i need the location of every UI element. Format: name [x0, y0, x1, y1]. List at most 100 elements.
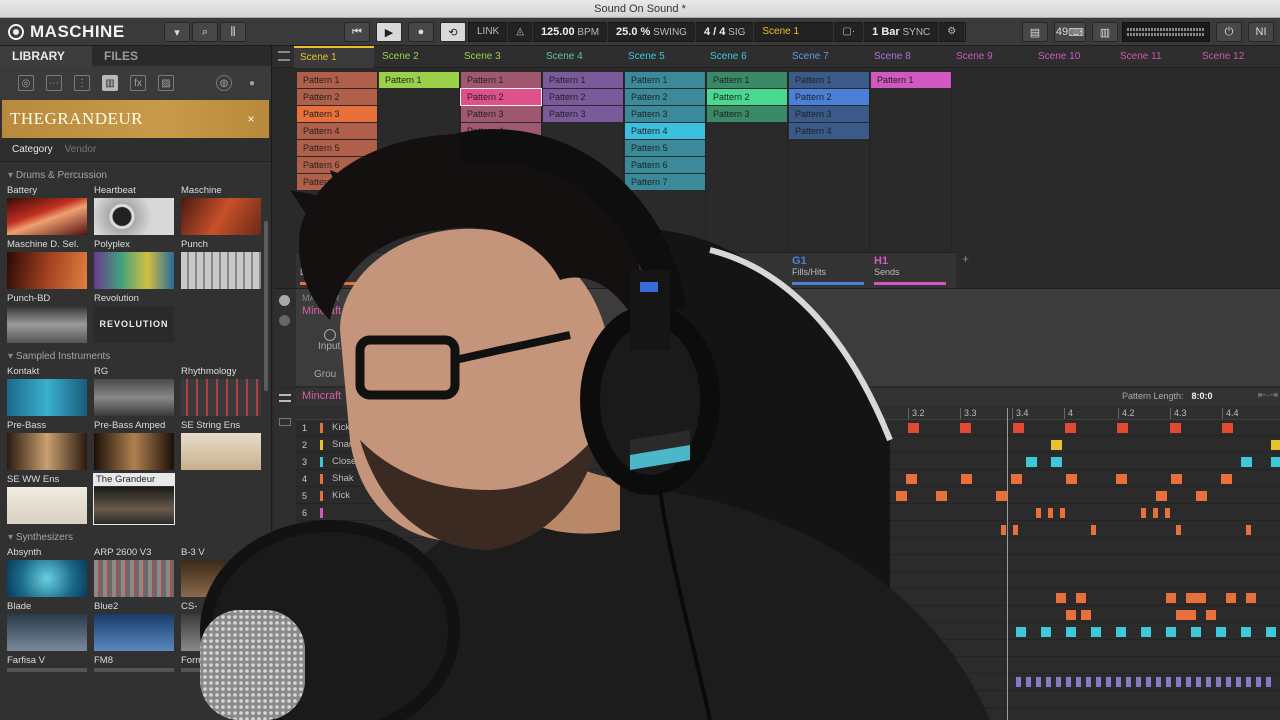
pattern-slot[interactable]: Pattern 2: [789, 89, 869, 105]
tab-scene-3[interactable]: Scene 3: [458, 46, 538, 68]
note-step[interactable]: [1246, 677, 1251, 687]
all-filter-icon[interactable]: ◎: [18, 75, 34, 91]
note-step[interactable]: [1146, 677, 1151, 687]
product-tile[interactable]: ARP 2600 V3: [94, 547, 174, 597]
note-step[interactable]: [1226, 677, 1231, 687]
note-step[interactable]: [1266, 677, 1271, 687]
note-step[interactable]: [1081, 610, 1091, 620]
effect-filter-icon[interactable]: fx: [130, 75, 146, 91]
note-step[interactable]: [1221, 474, 1232, 484]
note-step[interactable]: [1091, 627, 1101, 637]
ideas-view-icon[interactable]: [278, 51, 290, 61]
note-step[interactable]: [1241, 627, 1251, 637]
note-step[interactable]: [1216, 677, 1221, 687]
pattern-slot[interactable]: Pattern 2: [297, 89, 377, 105]
tab-scene-10[interactable]: Scene 10: [1032, 46, 1112, 68]
product-tile[interactable]: FM8: [94, 655, 174, 672]
note-step[interactable]: [1206, 677, 1211, 687]
tab-scene-4[interactable]: Scene 4: [540, 46, 620, 68]
note-step[interactable]: [1091, 525, 1096, 535]
pattern-slot[interactable]: Pattern 1: [625, 72, 705, 88]
tab-scene-6[interactable]: Scene 6: [704, 46, 784, 68]
vendor-tab[interactable]: Vendor: [65, 144, 97, 155]
note-step[interactable]: [1256, 677, 1261, 687]
note-step[interactable]: [1166, 677, 1171, 687]
tab-scene-8[interactable]: Scene 8: [868, 46, 948, 68]
pattern-slot[interactable]: Pattern 2: [460, 88, 542, 106]
note-step[interactable]: [1186, 610, 1196, 620]
signature-display[interactable]: 4 / 4 SIG: [696, 22, 755, 42]
group-filter-icon[interactable]: ⋮: [74, 75, 90, 91]
pattern-slot[interactable]: Pattern 2: [707, 89, 787, 105]
pattern-slot[interactable]: Pattern 2: [543, 89, 623, 105]
note-step[interactable]: [1141, 627, 1151, 637]
note-step[interactable]: [1156, 491, 1167, 501]
note-step[interactable]: [1226, 593, 1236, 603]
note-step[interactable]: [1246, 593, 1256, 603]
note-step[interactable]: [1196, 677, 1201, 687]
note-step[interactable]: [1236, 677, 1241, 687]
note-step[interactable]: [1096, 677, 1101, 687]
pattern-slot[interactable]: Pattern 1: [461, 72, 541, 88]
maschine-logo[interactable]: MASCHINE: [0, 18, 160, 46]
grid-display[interactable]: 1 Bar SYNC: [864, 22, 940, 42]
search-icon[interactable]: ⌕: [192, 22, 218, 42]
note-step[interactable]: [1216, 627, 1226, 637]
pattern-slot[interactable]: Pattern 1: [871, 72, 951, 88]
menu-chevron-icon[interactable]: ▾: [164, 22, 190, 42]
loop-filter-icon[interactable]: ▨: [158, 75, 174, 91]
tab-scene-2[interactable]: Scene 2: [376, 46, 456, 68]
note-step[interactable]: [1170, 423, 1181, 433]
link-button[interactable]: LINK: [469, 22, 509, 42]
pattern-slot[interactable]: Pattern 1: [297, 72, 377, 88]
product-tile[interactable]: Polyplex: [94, 239, 174, 289]
note-step[interactable]: [1271, 457, 1280, 467]
product-tile[interactable]: Revolution REVOLUTION: [94, 293, 174, 343]
ni-logo-icon[interactable]: NI: [1248, 22, 1274, 42]
note-step[interactable]: [1166, 593, 1176, 603]
note-step[interactable]: [1153, 508, 1158, 518]
note-step[interactable]: [1241, 457, 1252, 467]
note-step[interactable]: [1176, 610, 1186, 620]
swing-display[interactable]: 25.0 % SWING: [608, 22, 696, 42]
note-step[interactable]: [1222, 423, 1233, 433]
note-step[interactable]: [1166, 627, 1176, 637]
product-tile[interactable]: Blade: [7, 601, 87, 651]
record-button[interactable]: ●: [408, 22, 434, 42]
project-filter-icon[interactable]: ⋯: [46, 75, 62, 91]
pattern-slot[interactable]: Pattern 1: [379, 72, 459, 88]
tab-scene-12[interactable]: Scene 12: [1196, 46, 1276, 68]
category-tab[interactable]: Category: [12, 144, 53, 155]
note-step[interactable]: [1191, 627, 1201, 637]
product-tile[interactable]: Battery: [7, 185, 87, 235]
current-scene-display[interactable]: Scene 1: [754, 22, 835, 42]
product-tile[interactable]: Kontakt: [7, 366, 87, 416]
tab-scene-5[interactable]: Scene 5: [622, 46, 702, 68]
note-step[interactable]: [1116, 627, 1126, 637]
browser-toggle-icon[interactable]: ▤: [1022, 22, 1048, 42]
note-step[interactable]: [1136, 677, 1141, 687]
pattern-slot[interactable]: Pattern 2: [625, 89, 705, 105]
product-tile[interactable]: Pre-Bass Amped: [94, 420, 174, 470]
note-step[interactable]: [1171, 474, 1182, 484]
note-step[interactable]: [1086, 677, 1091, 687]
tab-scene-11[interactable]: Scene 11: [1114, 46, 1194, 68]
product-tile[interactable]: SE WW Ens: [7, 474, 87, 524]
power-icon[interactable]: ⏻: [1216, 22, 1242, 42]
note-step[interactable]: [1206, 610, 1216, 620]
settings-gear-icon[interactable]: ⚙: [939, 22, 966, 42]
product-tile[interactable]: Punch-BD: [7, 293, 87, 343]
note-step[interactable]: [1176, 525, 1181, 535]
tab-scene-1[interactable]: Scene 1: [294, 46, 374, 68]
tab-library[interactable]: LIBRARY: [0, 46, 92, 66]
plugin-icon[interactable]: ▥: [1092, 22, 1118, 42]
tab-files[interactable]: FILES: [92, 46, 150, 66]
product-tile[interactable]: RG: [94, 366, 174, 416]
note-step[interactable]: [1176, 677, 1181, 687]
note-step[interactable]: [1076, 593, 1086, 603]
mixer-icon[interactable]: ⫼: [220, 22, 246, 42]
note-step[interactable]: [1186, 677, 1191, 687]
note-step[interactable]: [1126, 677, 1131, 687]
note-step[interactable]: [1196, 491, 1207, 501]
note-step[interactable]: [1076, 677, 1081, 687]
